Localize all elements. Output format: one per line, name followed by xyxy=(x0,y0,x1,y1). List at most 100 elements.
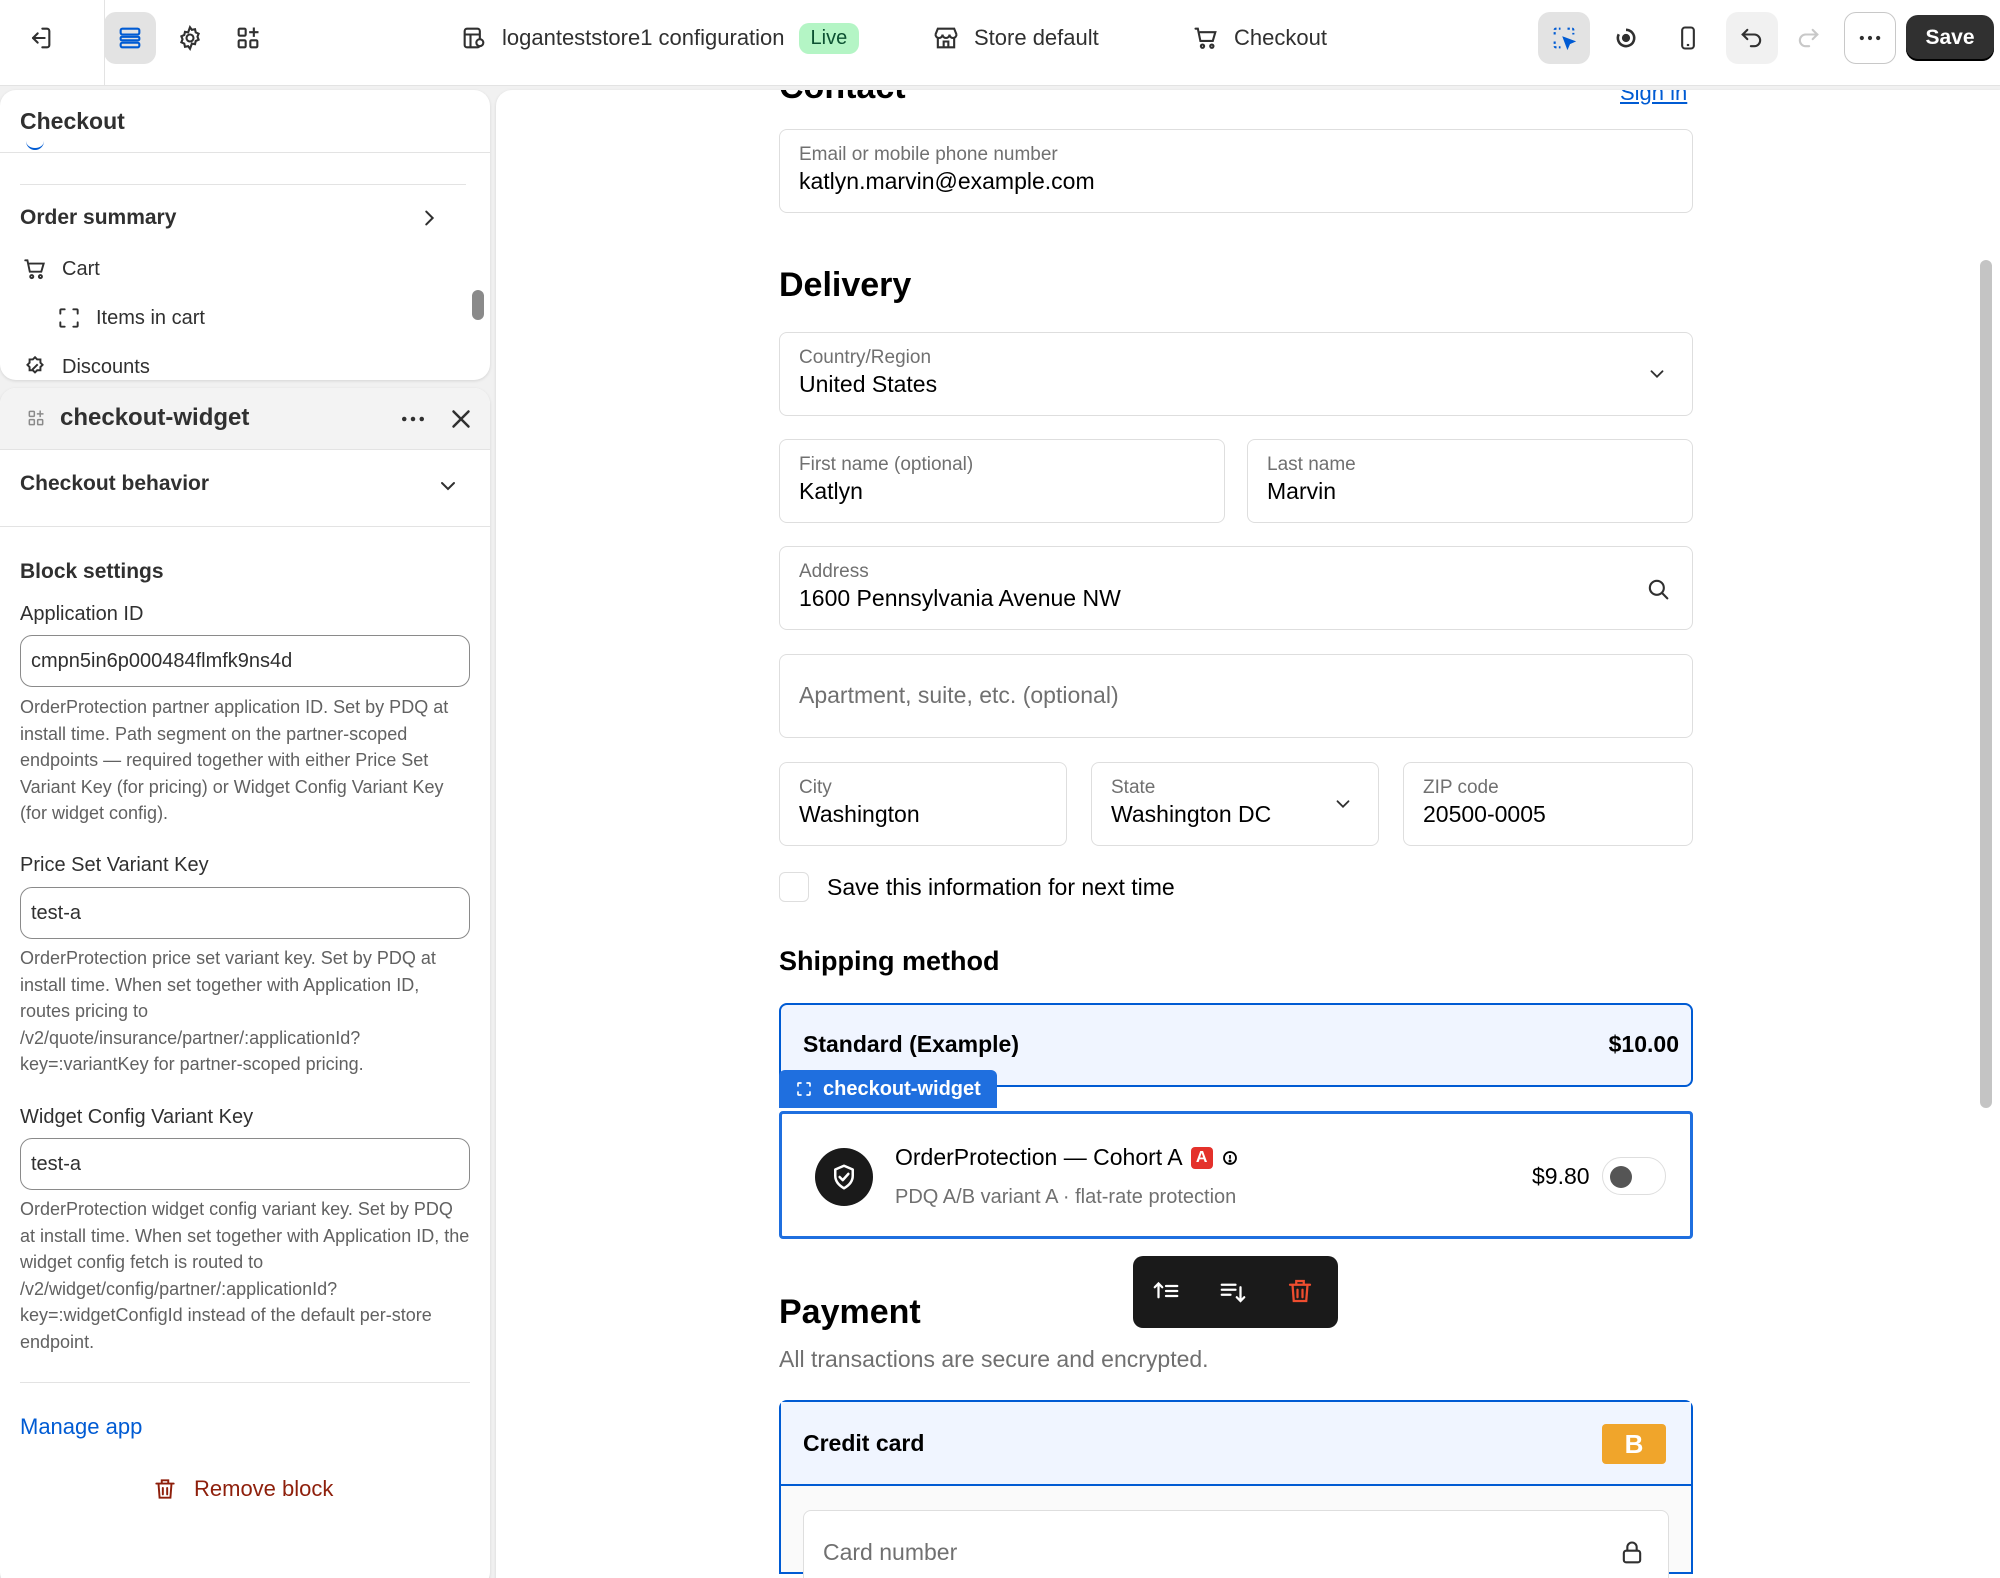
shipping-heading: Shipping method xyxy=(779,946,1000,976)
block-floating-toolbar xyxy=(1133,1256,1338,1328)
chevron-down-icon xyxy=(441,482,455,491)
protection-toggle[interactable] xyxy=(1602,1157,1666,1195)
country-select[interactable]: Country/Region United States xyxy=(779,332,1693,416)
city-field[interactable]: City Washington xyxy=(779,762,1067,846)
cart-icon xyxy=(24,259,45,280)
move-down-button[interactable] xyxy=(1218,1276,1248,1306)
shipping-option-name: Standard (Example) xyxy=(803,1031,1019,1057)
block-more-button[interactable] xyxy=(398,404,428,434)
config-selector[interactable]: loganteststore1 configuration Live xyxy=(460,0,860,76)
close-icon xyxy=(452,410,470,428)
gear-icon xyxy=(180,25,200,51)
tree-item-label: Items in cart xyxy=(96,306,205,329)
first-name-field[interactable]: First name (optional) Katlyn xyxy=(779,439,1225,523)
move-up-button[interactable] xyxy=(1151,1276,1181,1306)
checkout-behavior-accordion[interactable]: Checkout behavior xyxy=(20,472,460,512)
tree-item-discounts[interactable]: Discounts xyxy=(22,354,150,380)
mobile-preview-button[interactable] xyxy=(1662,12,1714,64)
application-id-input[interactable]: cmpn5in6p000484flmfk9ns4d xyxy=(20,635,470,687)
sections-button[interactable] xyxy=(104,12,156,64)
store-selector[interactable]: Store default xyxy=(932,0,1099,76)
protection-title-row: OrderProtection — Cohort A A xyxy=(895,1144,1239,1171)
price-set-key-input[interactable]: test-a xyxy=(20,887,470,939)
preview-scrollbar[interactable] xyxy=(1980,260,1992,1108)
address-field[interactable]: Address 1600 Pennsylvania Avenue NW xyxy=(779,546,1693,630)
field-label: ZIP code xyxy=(1423,777,1499,798)
apps-button[interactable] xyxy=(222,12,274,64)
price-set-key-help: OrderProtection price set variant key. S… xyxy=(20,948,436,1074)
widget-config-key-input[interactable]: test-a xyxy=(20,1138,470,1190)
page-selector[interactable]: Checkout xyxy=(1192,0,1327,76)
field-value: Washington DC xyxy=(1111,801,1272,827)
save-button[interactable]: Save xyxy=(1906,15,1994,61)
zip-field[interactable]: ZIP code 20500-0005 xyxy=(1403,762,1693,846)
chevron-down-icon xyxy=(1650,370,1664,379)
panel-title: Checkout xyxy=(20,108,125,134)
manage-app-link[interactable]: Manage app xyxy=(20,1414,142,1440)
info-icon[interactable] xyxy=(1221,1149,1239,1167)
trash-icon xyxy=(155,1479,175,1499)
field-label: Country/Region xyxy=(799,347,932,368)
save-info-checkbox[interactable] xyxy=(779,872,809,902)
email-field[interactable]: Email or mobile phone number katlyn.marv… xyxy=(779,129,1693,213)
payment-heading: Payment xyxy=(779,1293,921,1331)
block-settings-heading: Block settings xyxy=(20,560,164,583)
block-title: checkout-widget xyxy=(60,404,250,431)
protection-title: OrderProtection — Cohort A xyxy=(895,1144,1183,1170)
tree-scrollbar[interactable] xyxy=(472,290,484,320)
last-name-field[interactable]: Last name Marvin xyxy=(1247,439,1693,523)
redo-button[interactable] xyxy=(1782,12,1834,64)
card-number-field[interactable]: Card number xyxy=(803,1510,1669,1578)
move-down-icon xyxy=(1220,1283,1246,1303)
order-protection-widget[interactable]: OrderProtection — Cohort A A PDQ A/B var… xyxy=(779,1111,1693,1239)
field-value: United States xyxy=(799,371,938,397)
inspector-button[interactable] xyxy=(1538,12,1590,64)
undo-button[interactable] xyxy=(1726,12,1778,64)
field-label: Last name xyxy=(1267,454,1356,475)
redo-icon xyxy=(1798,28,1819,48)
search-icon xyxy=(1648,579,1669,600)
order-summary-label: Order summary xyxy=(20,206,177,229)
application-id-label: Application ID xyxy=(20,603,144,625)
price-set-key-label: Price Set Variant Key xyxy=(20,854,209,876)
apps-icon xyxy=(237,27,259,49)
shield-check-icon xyxy=(815,1148,873,1206)
lock-icon xyxy=(1622,1541,1642,1564)
delete-block-button[interactable] xyxy=(1285,1276,1315,1306)
tree-item-label: Cart xyxy=(62,257,100,280)
field-value: 1600 Pennsylvania Avenue NW xyxy=(799,585,1121,611)
page-label: Checkout xyxy=(1234,25,1327,50)
apartment-field[interactable]: Apartment, suite, etc. (optional) xyxy=(779,654,1693,738)
settings-button[interactable] xyxy=(164,12,216,64)
partial-item-icon xyxy=(26,140,44,150)
state-select[interactable]: State Washington DC xyxy=(1091,762,1379,846)
block-close-button[interactable] xyxy=(446,404,476,434)
widget-tag-label: checkout-widget xyxy=(823,1077,981,1100)
field-label: Email or mobile phone number xyxy=(799,144,1058,165)
tree-item-label: Discounts xyxy=(62,355,150,378)
widget-config-key-label: Widget Config Variant Key xyxy=(20,1106,254,1128)
accordion-label: Checkout behavior xyxy=(20,472,210,495)
refresh-button[interactable] xyxy=(1600,12,1652,64)
exit-button[interactable] xyxy=(18,16,62,60)
remove-block-button[interactable]: Remove block xyxy=(152,1476,333,1502)
tree-item-cart[interactable]: Cart xyxy=(22,256,100,282)
order-summary-row[interactable]: Order summary xyxy=(20,206,440,230)
mobile-icon xyxy=(1681,26,1695,50)
sign-in-link[interactable]: Sign in xyxy=(1620,90,1687,106)
store-icon xyxy=(934,27,958,49)
protection-subtitle: PDQ A/B variant A · flat-rate protection xyxy=(895,1186,1237,1208)
select-element-icon xyxy=(1553,27,1577,51)
refresh-icon xyxy=(1616,28,1636,48)
widget-tag[interactable]: checkout-widget xyxy=(779,1070,997,1108)
field-value: Washington xyxy=(799,801,920,827)
trash-icon xyxy=(1288,1279,1312,1303)
field-placeholder: Apartment, suite, etc. (optional) xyxy=(799,682,1119,708)
credit-card-label: Credit card xyxy=(803,1430,925,1456)
tree-item-items-in-cart[interactable]: Items in cart xyxy=(56,305,205,331)
store-label: Store default xyxy=(974,25,1099,50)
application-id-help: OrderProtection partner application ID. … xyxy=(20,697,449,823)
settings-divider xyxy=(20,1382,470,1383)
more-actions-button[interactable] xyxy=(1844,12,1896,64)
payment-subtitle: All transactions are secure and encrypte… xyxy=(779,1346,1209,1372)
